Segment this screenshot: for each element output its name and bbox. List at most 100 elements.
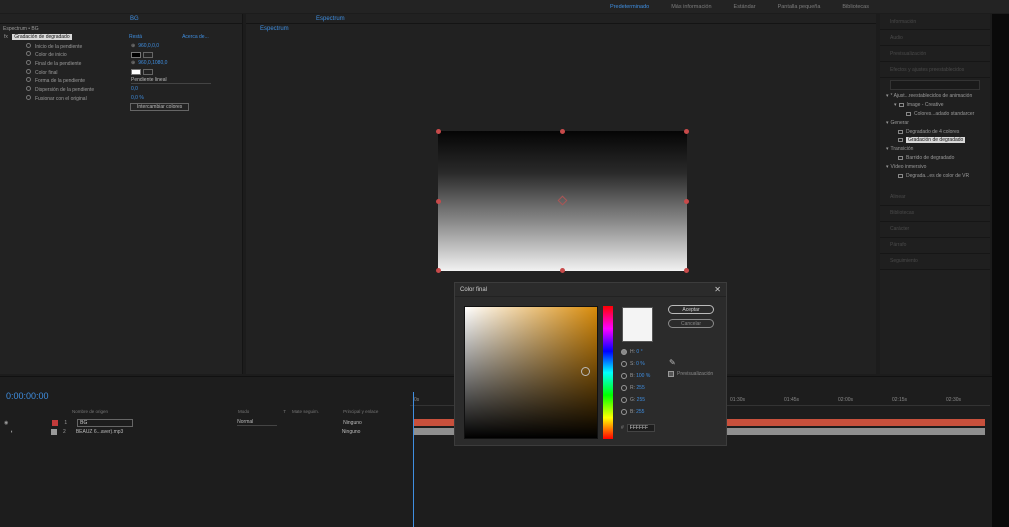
layer-mode-select[interactable]: Normal <box>237 419 278 426</box>
hue-value[interactable]: 0 ° <box>636 349 642 355</box>
workspace-standard[interactable]: Estándar <box>734 4 756 10</box>
radio-hue[interactable] <box>621 349 627 355</box>
transform-handle[interactable] <box>436 268 441 273</box>
layer-parent-select[interactable]: Ninguno <box>342 429 361 435</box>
layer-parent-select[interactable]: Ninguno <box>343 420 362 426</box>
hue-slider[interactable] <box>603 306 613 439</box>
crosshair-icon[interactable]: ⊕ <box>131 60 135 66</box>
audio-panel-header[interactable]: Audio <box>880 30 990 46</box>
stopwatch-icon[interactable] <box>26 77 31 83</box>
end-color-swatch[interactable] <box>131 69 141 76</box>
playhead[interactable] <box>413 392 414 527</box>
label-color-swatch[interactable] <box>52 419 59 426</box>
effects-search-input[interactable] <box>890 80 980 90</box>
workspace-default[interactable]: Predeterminado <box>610 4 649 10</box>
tree-item[interactable]: ▾ Generar <box>886 118 990 127</box>
radio-brightness[interactable] <box>621 373 627 379</box>
effect-header-row[interactable]: fx Gradación de degradado Restá Acerca d… <box>0 33 242 42</box>
brightness-value[interactable]: 100 % <box>636 373 650 379</box>
transform-handle[interactable] <box>436 129 441 134</box>
info-panel-header[interactable]: Información <box>880 14 990 30</box>
gradient-layer-preview[interactable] <box>436 129 689 273</box>
col-trkmat[interactable]: T <box>283 409 286 414</box>
preview-checkbox-row[interactable]: Previsualización <box>668 371 713 377</box>
col-mode[interactable]: Modo <box>238 409 249 414</box>
red-row[interactable]: R: 255 <box>621 382 671 394</box>
ok-button[interactable]: Aceptar <box>668 305 714 314</box>
transform-handle[interactable] <box>684 129 689 134</box>
red-value[interactable]: 255 <box>636 385 644 391</box>
transform-handle[interactable] <box>436 199 441 204</box>
eyedropper-icon[interactable]: ✎ <box>669 358 676 367</box>
transform-handle[interactable] <box>560 268 565 273</box>
start-color-swatch[interactable] <box>131 51 141 58</box>
hex-input[interactable]: FFFFFF <box>626 424 655 432</box>
layer-row[interactable]: ◉ 1 BG Normal Ninguno <box>0 418 410 427</box>
effect-name[interactable]: Gradación de degradado <box>12 34 72 41</box>
effect-panel-tab[interactable]: BG <box>130 16 139 22</box>
green-row[interactable]: G: 255 <box>621 394 671 406</box>
transform-handle[interactable] <box>560 129 565 134</box>
col-source-name[interactable]: Nombre de origen <box>72 409 108 414</box>
character-panel-header[interactable]: Carácter <box>880 222 990 238</box>
blue-row[interactable]: B: 255 <box>621 406 671 418</box>
radio-blue[interactable] <box>621 409 627 415</box>
stopwatch-icon[interactable] <box>26 94 31 100</box>
stopwatch-icon[interactable] <box>26 68 31 74</box>
tree-item[interactable]: Degradado de 4 colores <box>886 127 990 136</box>
saturation-value[interactable]: 0 % <box>636 361 645 367</box>
workspace-learn[interactable]: Más información <box>671 4 711 10</box>
layer-row[interactable]: ◖ 2 BEAUZ 6...aver).mp3 Ninguno <box>0 427 410 436</box>
cancel-button[interactable]: Cancelar <box>668 319 714 328</box>
color-cursor[interactable] <box>581 367 590 376</box>
paragraph-panel-header[interactable]: Párrafo <box>880 238 990 254</box>
transform-handle[interactable] <box>684 268 689 273</box>
anchor-point-icon[interactable] <box>557 195 568 206</box>
preview-panel-header[interactable]: Previsualización <box>880 46 990 62</box>
speaker-icon[interactable]: ◖ <box>10 429 13 435</box>
stopwatch-icon[interactable] <box>26 51 31 57</box>
stopwatch-icon[interactable] <box>26 59 31 65</box>
align-panel-header[interactable]: Alinear <box>880 190 990 206</box>
close-icon[interactable]: ✕ <box>714 285 721 294</box>
layer-name[interactable]: BG <box>77 418 134 427</box>
saturation-brightness-field[interactable] <box>464 306 598 439</box>
brightness-row[interactable]: B: 100 % <box>621 370 671 382</box>
effects-panel-header[interactable]: Efectos y ajustes preestablecidos <box>880 62 990 78</box>
comp-subtab[interactable]: Espectrum <box>260 26 289 32</box>
workspace-small-screen[interactable]: Pantalla pequeña <box>778 4 821 10</box>
tree-item[interactable]: ▾ * Ajust...reestablecidos de animación <box>886 92 990 101</box>
swap-colors-button[interactable]: Intercambiar colores <box>130 102 190 111</box>
eyedropper-icon[interactable] <box>143 51 153 58</box>
layer-name[interactable]: BEAUZ 6...aver).mp3 <box>76 429 132 435</box>
green-value[interactable]: 255 <box>637 397 645 403</box>
tree-item[interactable]: ▾ Image - Creative <box>886 101 990 110</box>
eye-icon[interactable]: ◉ <box>4 420 8 426</box>
ramp-shape-select[interactable]: Pendiente lineal <box>131 77 211 85</box>
comp-tab[interactable]: Espectrum <box>316 16 345 22</box>
reset-link[interactable]: Restá <box>129 34 142 40</box>
tree-item[interactable]: Degrada...es de color de VR <box>886 171 990 180</box>
transform-handle[interactable] <box>684 199 689 204</box>
col-track-matte[interactable]: Mate seguim. <box>292 409 319 414</box>
radio-red[interactable] <box>621 385 627 391</box>
hue-row[interactable]: H: 0 ° <box>621 346 671 358</box>
timecode-display[interactable]: 0:00:00:00 <box>6 391 49 401</box>
tracker-panel-header[interactable]: Seguimiento <box>880 254 990 270</box>
radio-green[interactable] <box>621 397 627 403</box>
label-color-swatch[interactable] <box>51 428 58 435</box>
preview-checkbox[interactable] <box>668 371 674 377</box>
stopwatch-icon[interactable] <box>26 42 31 48</box>
tree-item-selected[interactable]: Gradación de degradado <box>886 136 990 145</box>
radio-saturation[interactable] <box>621 361 627 367</box>
tree-item[interactable]: ▾ Vídeo inmersivo <box>886 162 990 171</box>
crosshair-icon[interactable]: ⊕ <box>131 43 135 49</box>
libraries-panel-header[interactable]: Bibliotecas <box>880 206 990 222</box>
tree-item[interactable]: Barrido de degradado <box>886 154 990 163</box>
blue-value[interactable]: 255 <box>636 409 644 415</box>
about-link[interactable]: Acerca de... <box>182 34 209 40</box>
stopwatch-icon[interactable] <box>26 85 31 91</box>
tree-item[interactable]: Colores...adado standarcer <box>886 110 990 119</box>
workspace-libraries[interactable]: Bibliotecas <box>842 4 869 10</box>
saturation-row[interactable]: S: 0 % <box>621 358 671 370</box>
